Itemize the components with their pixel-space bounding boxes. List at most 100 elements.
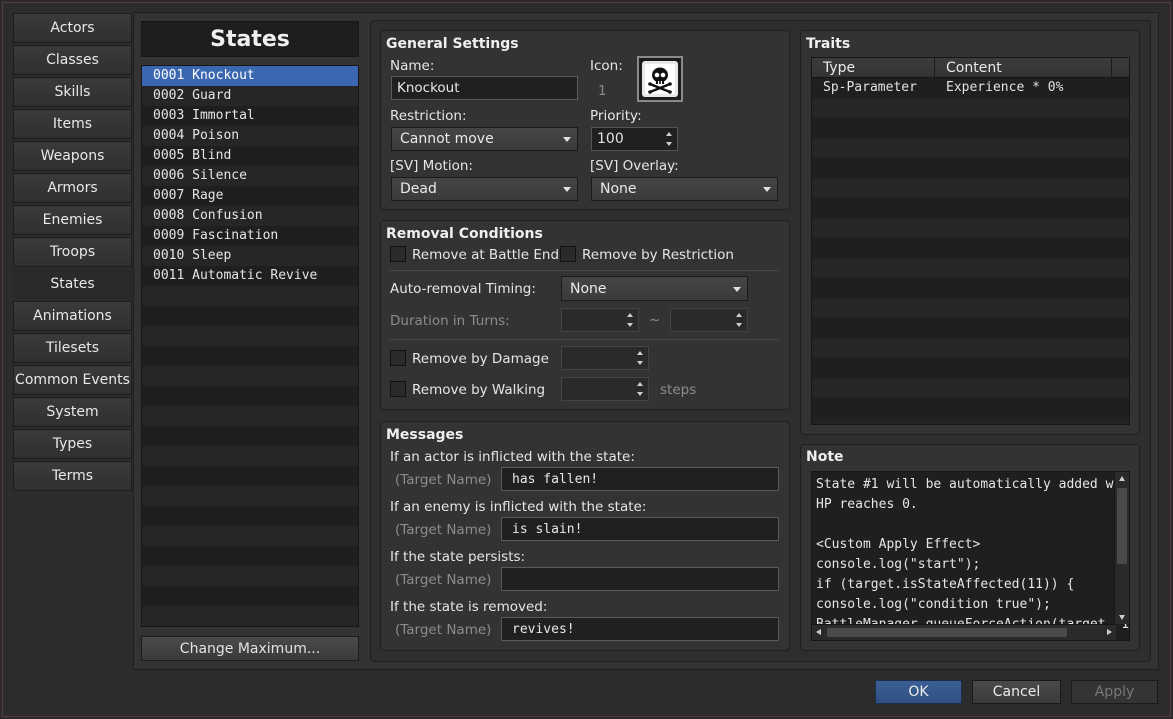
- cancel-button[interactable]: Cancel: [972, 680, 1061, 704]
- walking-steps-spinner[interactable]: [561, 377, 649, 401]
- skull-crossbones-icon: [642, 61, 678, 97]
- table-row[interactable]: Sp-Parameter Experience * 0%: [812, 78, 1129, 98]
- note-textarea[interactable]: State #1 will be automatically added whe…: [811, 471, 1130, 641]
- spin-down-icon[interactable]: [637, 392, 643, 396]
- state-list[interactable]: 0001 Knockout 0002 Guard 0003 Immortal 0004…: [141, 65, 359, 627]
- empty-row[interactable]: [812, 218, 1129, 238]
- traits-table[interactable]: Type Content Sp-Parameter Experience * 0%: [811, 57, 1130, 425]
- list-title: States: [141, 21, 359, 57]
- nav-item-animations[interactable]: Animations: [13, 301, 132, 331]
- empty-row[interactable]: [812, 98, 1129, 118]
- apply-button[interactable]: Apply: [1071, 680, 1158, 704]
- list-item[interactable]: 0010 Sleep: [142, 246, 358, 266]
- nav-item-terms[interactable]: Terms: [13, 461, 132, 491]
- motion-select[interactable]: Dead: [391, 177, 578, 201]
- list-item[interactable]: 0005 Blind: [142, 146, 358, 166]
- nav-item-skills[interactable]: Skills: [13, 77, 132, 107]
- remove-by-damage-checkbox[interactable]: [390, 350, 406, 366]
- empty-row[interactable]: [812, 258, 1129, 278]
- note-horizontal-scrollbar[interactable]: [812, 624, 1116, 640]
- damage-percent-spinner[interactable]: [561, 346, 649, 370]
- spin-up-icon[interactable]: [637, 351, 643, 355]
- message-field[interactable]: [501, 567, 779, 591]
- spin-up-icon[interactable]: [666, 132, 672, 136]
- spin-up-icon[interactable]: [637, 382, 643, 386]
- spin-down-icon[interactable]: [627, 323, 633, 327]
- empty-row[interactable]: [812, 298, 1129, 318]
- list-item[interactable]: 0003 Immortal: [142, 106, 358, 126]
- nav-item-system[interactable]: System: [13, 397, 132, 427]
- list-item[interactable]: 0001 Knockout: [142, 66, 358, 86]
- empty-row[interactable]: [812, 118, 1129, 138]
- scrollbar-thumb[interactable]: [827, 628, 1067, 637]
- empty-row[interactable]: [812, 278, 1129, 298]
- nav-item-tilesets[interactable]: Tilesets: [13, 333, 132, 363]
- nav-item-common-events[interactable]: Common Events: [13, 365, 132, 395]
- change-maximum-button[interactable]: Change Maximum...: [141, 636, 359, 661]
- note-vertical-scrollbar[interactable]: [1114, 472, 1129, 624]
- name-field[interactable]: Knockout: [391, 76, 578, 100]
- nav-item-classes[interactable]: Classes: [13, 45, 132, 75]
- scroll-up-icon[interactable]: [1119, 476, 1125, 481]
- list-item[interactable]: 0004 Poison: [142, 126, 358, 146]
- motion-value: Dead: [400, 181, 437, 197]
- list-item[interactable]: 0007 Rage: [142, 186, 358, 206]
- empty-row[interactable]: [812, 378, 1129, 398]
- list-item[interactable]: 0011 Automatic Revive: [142, 266, 358, 286]
- restriction-select[interactable]: Cannot move: [391, 127, 578, 151]
- spin-up-icon[interactable]: [736, 313, 742, 317]
- icon-label: Icon:: [590, 58, 623, 74]
- scroll-right-icon[interactable]: [1107, 629, 1112, 635]
- priority-value: 100: [597, 131, 624, 147]
- ok-button[interactable]: OK: [875, 680, 962, 704]
- nav-item-weapons[interactable]: Weapons: [13, 141, 132, 171]
- message-field[interactable]: revives!: [501, 617, 779, 641]
- spin-up-icon[interactable]: [627, 313, 633, 317]
- restriction-value: Cannot move: [400, 131, 494, 147]
- icon-picker[interactable]: [637, 56, 683, 102]
- empty-row[interactable]: [812, 398, 1129, 418]
- nav-item-actors[interactable]: Actors: [13, 13, 132, 43]
- nav-item-types[interactable]: Types: [13, 429, 132, 459]
- column-content[interactable]: Content: [935, 58, 1112, 77]
- remove-by-restriction-checkbox[interactable]: [560, 246, 576, 262]
- battle-end-checkbox[interactable]: [390, 246, 406, 262]
- nav-item-states[interactable]: States: [13, 269, 132, 299]
- empty-row[interactable]: [812, 158, 1129, 178]
- duration-max-spinner[interactable]: [670, 308, 748, 332]
- spin-down-icon[interactable]: [637, 361, 643, 365]
- list-item[interactable]: 0006 Silence: [142, 166, 358, 186]
- empty-row[interactable]: [812, 338, 1129, 358]
- empty-row[interactable]: [812, 318, 1129, 338]
- scrollbar-thumb[interactable]: [1117, 488, 1127, 564]
- spin-down-icon[interactable]: [736, 323, 742, 327]
- target-name-placeholder: (Target Name): [395, 572, 492, 588]
- battle-end-label: Remove at Battle End: [412, 247, 560, 263]
- nav-item-items[interactable]: Items: [13, 109, 132, 139]
- list-item[interactable]: 0002 Guard: [142, 86, 358, 106]
- overlay-select[interactable]: None: [591, 177, 778, 201]
- scroll-left-icon[interactable]: [816, 629, 821, 635]
- spin-down-icon[interactable]: [666, 142, 672, 146]
- empty-row[interactable]: [812, 238, 1129, 258]
- scroll-down-icon[interactable]: [1119, 615, 1125, 620]
- column-type[interactable]: Type: [812, 58, 935, 77]
- empty-row[interactable]: [812, 178, 1129, 198]
- list-item[interactable]: 0008 Confusion: [142, 206, 358, 226]
- nav-item-troops[interactable]: Troops: [13, 237, 132, 267]
- list-item[interactable]: 0009 Fascination: [142, 226, 358, 246]
- empty-row[interactable]: [812, 198, 1129, 218]
- message-field[interactable]: is slain!: [501, 517, 779, 541]
- priority-spinner[interactable]: 100: [591, 127, 678, 151]
- chevron-down-icon: [733, 286, 741, 292]
- nav-item-enemies[interactable]: Enemies: [13, 205, 132, 235]
- message-field[interactable]: has fallen!: [501, 467, 779, 491]
- duration-min-spinner[interactable]: [561, 308, 639, 332]
- empty-row[interactable]: [812, 358, 1129, 378]
- remove-by-walking-checkbox[interactable]: [390, 381, 406, 397]
- remove-by-walking-label: Remove by Walking: [412, 382, 546, 398]
- trait-type: Sp-Parameter: [823, 80, 917, 95]
- auto-removal-timing-select[interactable]: None: [561, 276, 748, 301]
- nav-item-armors[interactable]: Armors: [13, 173, 132, 203]
- empty-row[interactable]: [812, 138, 1129, 158]
